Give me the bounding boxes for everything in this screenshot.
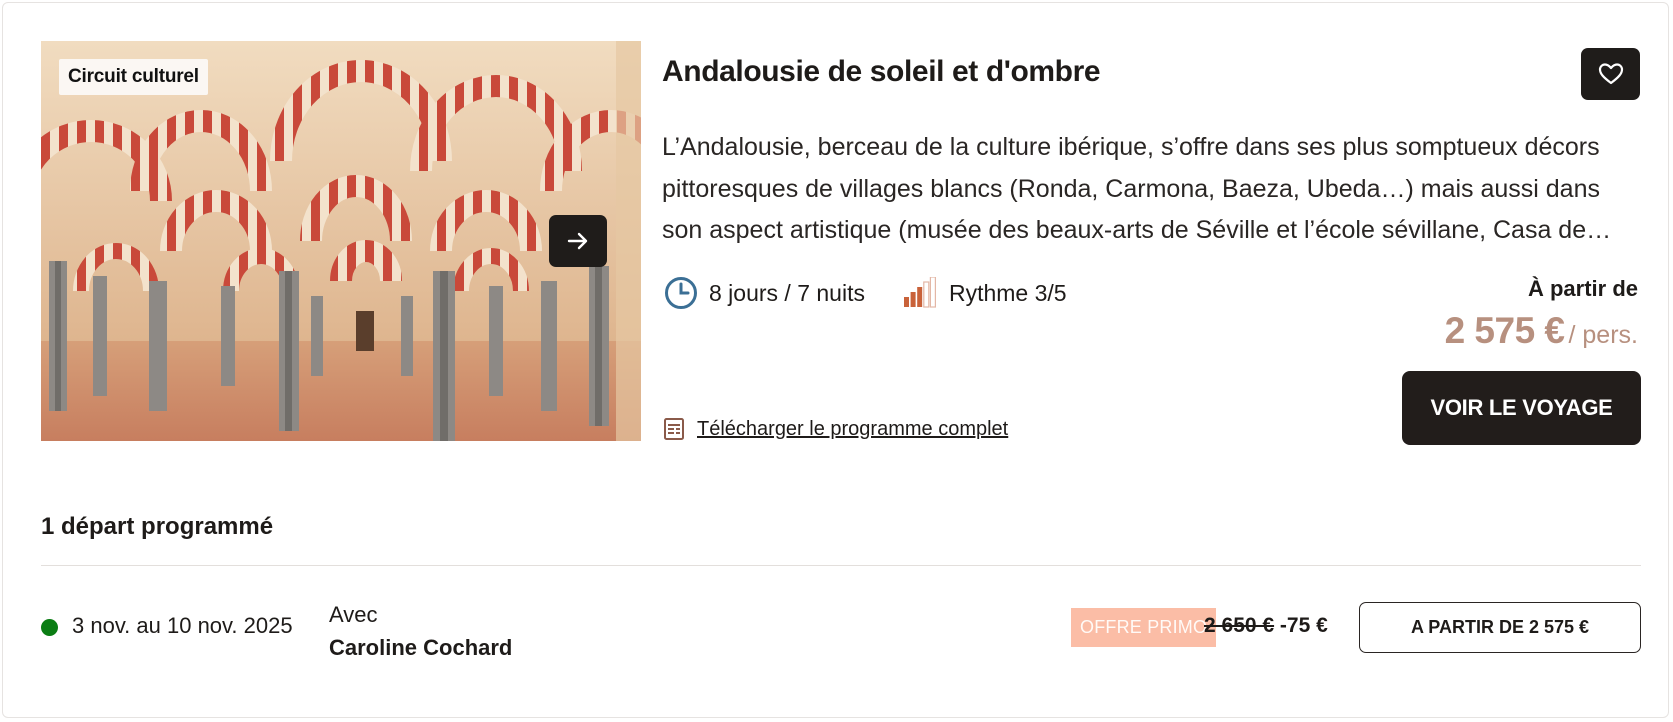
trip-meta: 8 jours / 7 nuits Rythme 3/5	[664, 276, 1067, 310]
divider	[41, 565, 1641, 566]
guide-prefix: Avec	[329, 602, 378, 627]
rhythm-bars-icon	[903, 277, 936, 308]
rhythm: Rythme 3/5	[902, 277, 1067, 309]
duration-label: 8 jours / 7 nuits	[709, 279, 865, 306]
document-icon	[664, 418, 684, 440]
price-value: 2 575 €	[1444, 310, 1565, 351]
rhythm-bar	[917, 287, 923, 307]
rhythm-bar	[910, 292, 916, 307]
price-block: À partir de 2 575 € / pers.	[1445, 276, 1638, 352]
departures-title: 1 départ programmé	[41, 513, 274, 540]
trip-type-tag: Circuit culturel	[59, 59, 208, 95]
discount-value: -75 €	[1279, 614, 1328, 637]
departure-dates: 3 nov. au 10 nov. 2025	[72, 613, 293, 638]
download-program-link[interactable]: Télécharger le programme complet	[697, 418, 1008, 441]
trip-card: Circuit culturel Andalousie de soleil et…	[2, 2, 1669, 718]
price-line: 2 575 € / pers.	[1445, 310, 1638, 352]
favorite-button[interactable]	[1581, 48, 1640, 100]
old-price-value: 2 650 €	[1204, 614, 1275, 637]
heart-icon	[1598, 63, 1623, 85]
rhythm-bar	[929, 277, 936, 308]
trip-description: L’Andalousie, berceau de la culture ibér…	[662, 133, 1600, 244]
trip-photo: Circuit culturel	[41, 41, 641, 441]
download-program[interactable]: Télécharger le programme complet	[663, 417, 1008, 441]
departure-row: 3 nov. au 10 nov. 2025 Avec Caroline Coc…	[41, 598, 1641, 660]
guide-name: Caroline Cochard	[329, 635, 513, 660]
rhythm-label: Rythme 3/5	[948, 279, 1067, 306]
departure-price-button[interactable]: A PARTIR DE 2 575 €	[1359, 602, 1641, 653]
view-trip-button[interactable]: VOIR LE VOYAGE	[1402, 371, 1641, 445]
promo-badge: OFFRE PRIMO	[1071, 608, 1217, 647]
clock-icon	[665, 277, 697, 309]
duration: 8 jours / 7 nuits	[664, 276, 865, 310]
guide-info: Avec Caroline Cochard	[329, 598, 512, 664]
price-per: / pers.	[1568, 321, 1638, 349]
trip-title[interactable]: Andalousie de soleil et d'ombre	[662, 55, 1101, 89]
old-price: 2 650 € -75 €	[1204, 614, 1328, 638]
arrow-right-icon	[567, 232, 588, 250]
rhythm-bar	[903, 297, 909, 307]
rhythm-bar	[923, 281, 930, 308]
from-label: À partir de	[1527, 276, 1638, 301]
availability-dot	[41, 619, 58, 636]
next-image-button[interactable]	[549, 215, 607, 267]
